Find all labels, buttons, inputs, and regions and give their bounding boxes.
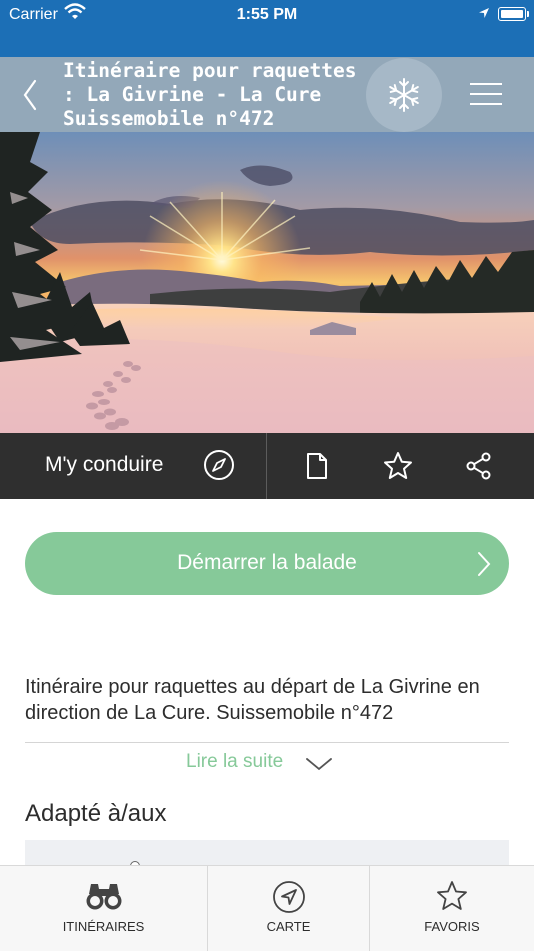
location-arrow-icon xyxy=(478,6,490,24)
season-button[interactable] xyxy=(366,58,442,132)
read-more-link[interactable]: Lire la suite xyxy=(186,751,283,773)
tab-label: FAVORIS xyxy=(424,919,480,934)
navigation-icon xyxy=(272,880,306,919)
tab-itineraires[interactable]: ITINÉRAIRES xyxy=(0,866,207,951)
hamburger-menu-icon xyxy=(470,83,502,105)
description-text: Itinéraire pour raquettes au départ de L… xyxy=(25,676,480,724)
star-icon xyxy=(384,452,412,479)
section-title: Adapté à/aux xyxy=(25,800,167,827)
snowflake-icon xyxy=(389,78,419,112)
menu-button[interactable] xyxy=(466,82,506,106)
divider xyxy=(25,742,509,743)
tab-bar: ITINÉRAIRES CARTE FAVORIS xyxy=(0,865,534,951)
binoculars-icon xyxy=(85,880,123,917)
back-button[interactable] xyxy=(18,77,48,113)
favorite-button[interactable] xyxy=(383,451,413,481)
share-button[interactable] xyxy=(464,451,494,481)
tab-carte[interactable]: CARTE xyxy=(208,866,369,951)
battery-icon xyxy=(498,7,529,21)
document-button[interactable] xyxy=(302,451,332,481)
chevron-right-icon xyxy=(477,551,491,582)
chevron-left-icon xyxy=(23,79,37,111)
chevron-down-icon[interactable] xyxy=(305,757,333,776)
action-bar: M'y conduire xyxy=(0,433,534,499)
tab-favoris[interactable]: FAVORIS xyxy=(370,866,534,951)
hero-image xyxy=(0,132,534,433)
star-icon xyxy=(436,880,468,917)
clock: 1:55 PM xyxy=(236,6,298,23)
status-bar: Carrier 1:55 PM xyxy=(0,0,534,57)
share-icon xyxy=(466,452,491,480)
tab-label: CARTE xyxy=(266,919,311,934)
start-walk-label: Démarrer la balade xyxy=(177,551,357,574)
drive-to-label: M'y conduire xyxy=(45,453,164,476)
document-icon xyxy=(307,453,327,479)
page-title: Itinéraire pour raquettes : La Givrine -… xyxy=(63,59,357,130)
tab-label: ITINÉRAIRES xyxy=(62,919,145,934)
start-walk-button[interactable]: Démarrer la balade xyxy=(25,532,509,595)
action-divider xyxy=(266,433,267,499)
compass-icon xyxy=(203,449,235,486)
header: Itinéraire pour raquettes : La Givrine -… xyxy=(0,57,534,132)
drive-to-button[interactable]: M'y conduire xyxy=(0,433,267,499)
